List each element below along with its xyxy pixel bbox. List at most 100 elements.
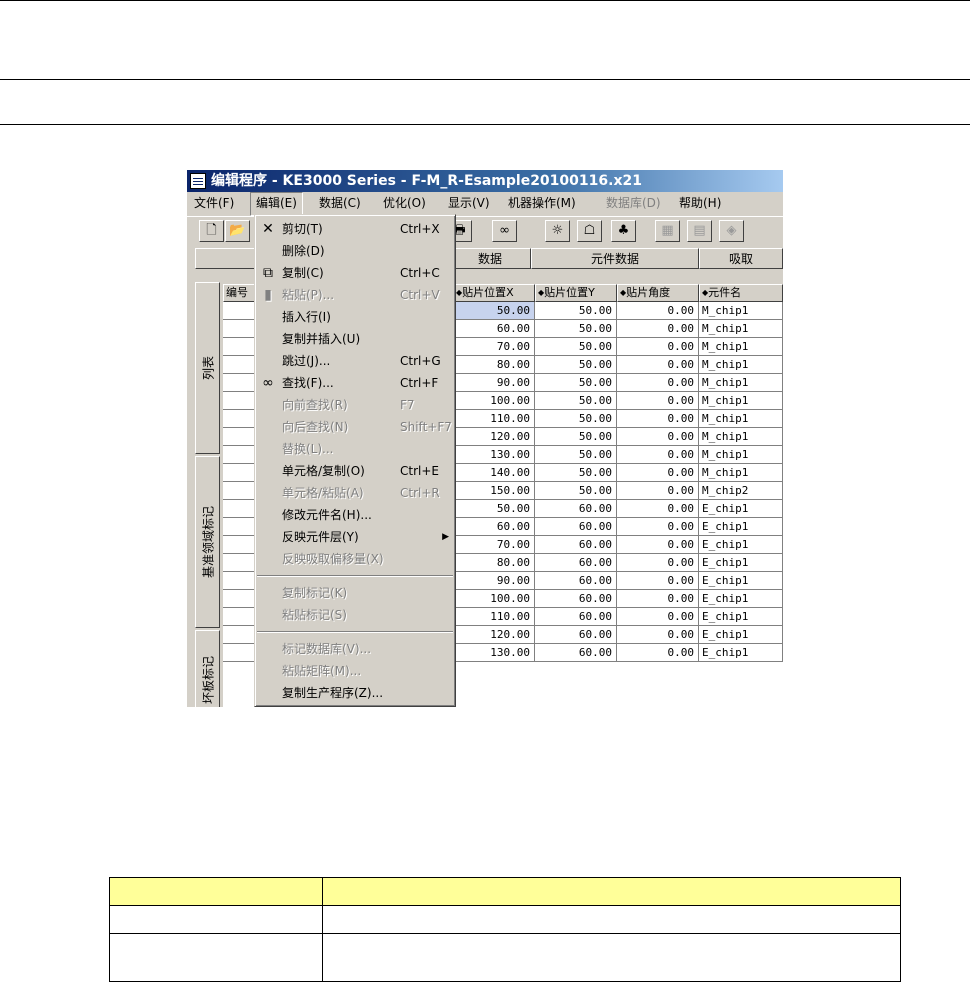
grid-cell[interactable]: 60.00 (535, 608, 617, 626)
edit-menu-item-20[interactable]: 标记数据库(V)... (255, 638, 455, 660)
side-tab-0[interactable]: 列表 (195, 282, 220, 454)
components-icon[interactable]: ♣ (611, 220, 636, 242)
edit-menu-item-15[interactable]: 反映吸取偏移量(X) (255, 548, 455, 570)
grid-cell[interactable]: 0.00 (617, 446, 699, 464)
grid-cell[interactable]: 60.00 (535, 590, 617, 608)
grid-cell[interactable]: 0.00 (617, 338, 699, 356)
edit-menu-item-22[interactable]: 复制生产程序(Z)... (255, 682, 455, 704)
column-header-1[interactable]: ◆贴片位置Y (535, 284, 617, 302)
grid-cell[interactable]: 70.00 (453, 536, 535, 554)
grid-cell[interactable]: 0.00 (617, 572, 699, 590)
package-icon[interactable]: ◈ (719, 220, 744, 242)
edit-menu-item-18[interactable]: 粘贴标记(S) (255, 604, 455, 626)
grid-cell[interactable]: 100.00 (453, 392, 535, 410)
new-file-icon[interactable]: 🗋 (199, 220, 224, 242)
grid-cell[interactable]: E_chip1 (699, 536, 783, 554)
grid-cell[interactable]: 60.00 (453, 518, 535, 536)
edit-menu-item-14[interactable]: 反映元件层(Y) ▶ (255, 526, 455, 548)
grid-cell[interactable]: 0.00 (617, 590, 699, 608)
grid-cell[interactable]: 0.00 (617, 644, 699, 662)
grid-cell[interactable]: 50.00 (535, 428, 617, 446)
grid-cell[interactable]: 50.00 (535, 482, 617, 500)
grid-cell[interactable]: 0.00 (617, 536, 699, 554)
menu-0[interactable]: 文件(F) (189, 192, 239, 214)
grid-cell[interactable]: 60.00 (535, 554, 617, 572)
find-binoculars-icon[interactable]: ∞ (492, 220, 517, 242)
grid-cell[interactable]: 50.00 (535, 410, 617, 428)
edit-menu-item-6[interactable]: 跳过(J)... Ctrl+G (255, 350, 455, 372)
grid-cell[interactable]: 50.00 (535, 374, 617, 392)
edit-menu-item-11[interactable]: 单元格/复制(O) Ctrl+E (255, 460, 455, 482)
grid-cell[interactable]: 50.00 (453, 500, 535, 518)
grid-cell[interactable]: E_chip1 (699, 608, 783, 626)
tray-icon[interactable]: ▤ (687, 220, 712, 242)
grid-cell[interactable]: 150.00 (453, 482, 535, 500)
grid-cell[interactable]: M_chip1 (699, 374, 783, 392)
grid-cell[interactable]: 0.00 (617, 392, 699, 410)
menu-2[interactable]: 数据(C) (314, 192, 366, 214)
grid-cell[interactable]: 0.00 (617, 410, 699, 428)
menu-7[interactable]: 帮助(H) (674, 192, 726, 214)
grid-cell[interactable]: 50.00 (535, 392, 617, 410)
edit-menu-item-4[interactable]: 插入行(I) (255, 306, 455, 328)
edit-menu-item-17[interactable]: 复制标记(K) (255, 582, 455, 604)
grid-cell[interactable]: M_chip1 (699, 392, 783, 410)
grid-cell[interactable]: 50.00 (535, 302, 617, 320)
grid-cell[interactable]: 90.00 (453, 374, 535, 392)
grid-cell[interactable]: 0.00 (617, 518, 699, 536)
grid-cell[interactable]: 120.00 (453, 626, 535, 644)
side-tab-2[interactable]: 坏板标记 (195, 630, 220, 707)
column-header-3[interactable]: ◆元件名 (699, 284, 783, 302)
grid-cell[interactable]: 50.00 (535, 464, 617, 482)
grid-cell[interactable]: 0.00 (617, 320, 699, 338)
grid-cell[interactable]: 0.00 (617, 482, 699, 500)
grid-cell[interactable]: M_chip1 (699, 302, 783, 320)
edit-menu-item-2[interactable]: ⧉ 复制(C) Ctrl+C (255, 262, 455, 284)
grid-cell[interactable]: 50.00 (453, 302, 535, 320)
grid-cell[interactable]: 130.00 (453, 644, 535, 662)
grid-cell[interactable]: 60.00 (453, 320, 535, 338)
grid-cell[interactable]: 140.00 (453, 464, 535, 482)
grid-cell[interactable]: 0.00 (617, 356, 699, 374)
grid-cell[interactable]: E_chip1 (699, 644, 783, 662)
menu-6[interactable]: 数据库(D) (601, 192, 666, 214)
grid-cell[interactable]: E_chip1 (699, 500, 783, 518)
grid-cell[interactable]: 50.00 (535, 338, 617, 356)
edit-menu-item-12[interactable]: 单元格/粘贴(A) Ctrl+R (255, 482, 455, 504)
grid-cell[interactable]: 0.00 (617, 428, 699, 446)
grid-cell[interactable]: 60.00 (535, 536, 617, 554)
grid-cell[interactable]: 60.00 (535, 500, 617, 518)
teach-icon[interactable]: ☖ (577, 220, 602, 242)
grid-cell[interactable]: E_chip1 (699, 554, 783, 572)
grid-cell[interactable]: 60.00 (535, 626, 617, 644)
grid-cell[interactable]: M_chip1 (699, 338, 783, 356)
grid-cell[interactable]: 0.00 (617, 554, 699, 572)
tab-1[interactable]: 数据 (449, 248, 531, 269)
grid-cell[interactable]: 90.00 (453, 572, 535, 590)
tab-2[interactable]: 元件数据 (531, 248, 699, 269)
grid-cell[interactable]: M_chip1 (699, 410, 783, 428)
grid-cell[interactable]: 60.00 (535, 644, 617, 662)
grid-cell[interactable]: E_chip1 (699, 572, 783, 590)
grid-cell[interactable]: 0.00 (617, 464, 699, 482)
edit-menu-item-8[interactable]: 向前查找(R) F7 (255, 394, 455, 416)
grid-cell[interactable]: 130.00 (453, 446, 535, 464)
column-header-0[interactable]: ◆贴片位置X (453, 284, 535, 302)
menu-5[interactable]: 机器操作(M) (503, 192, 581, 214)
tab-3[interactable]: 吸取 (699, 248, 783, 269)
lightbulb-icon[interactable]: ☼ (545, 220, 570, 242)
grid-cell[interactable]: 80.00 (453, 554, 535, 572)
menu-1[interactable]: 编辑(E) (250, 192, 303, 216)
edit-menu-item-21[interactable]: 粘贴矩阵(M)... (255, 660, 455, 682)
grid-cell[interactable]: E_chip1 (699, 590, 783, 608)
grid-cell[interactable]: 50.00 (535, 356, 617, 374)
edit-menu-item-9[interactable]: 向后查找(N) Shift+F7 (255, 416, 455, 438)
edit-menu-item-10[interactable]: 替换(L)... (255, 438, 455, 460)
grid-cell[interactable]: M_chip1 (699, 464, 783, 482)
grid-cell[interactable]: 100.00 (453, 590, 535, 608)
grid-cell[interactable]: M_chip2 (699, 482, 783, 500)
grid-cell[interactable]: 110.00 (453, 608, 535, 626)
grid-cell[interactable]: E_chip1 (699, 626, 783, 644)
grid-cell[interactable]: E_chip1 (699, 518, 783, 536)
grid-cell[interactable]: 80.00 (453, 356, 535, 374)
